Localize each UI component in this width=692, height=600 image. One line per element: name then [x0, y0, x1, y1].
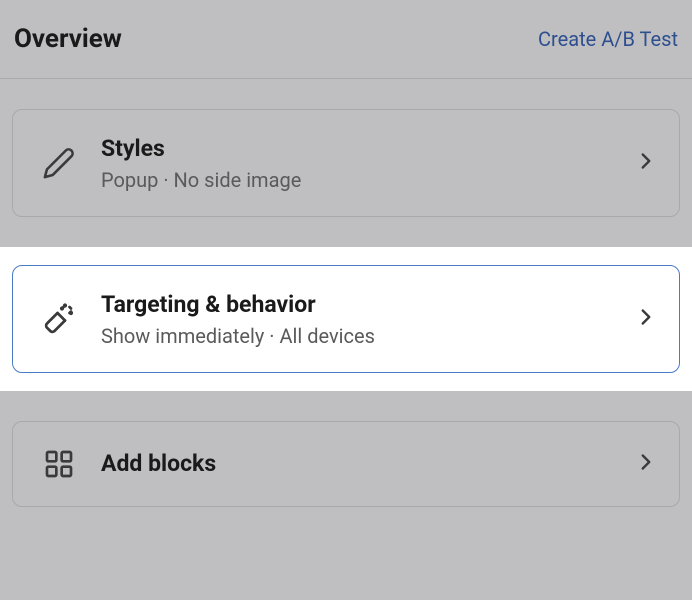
- chevron-right-icon: [633, 304, 659, 334]
- addblocks-title: Add blocks: [101, 449, 633, 479]
- targeting-title: Targeting & behavior: [101, 290, 633, 320]
- targeting-card-content: Targeting & behavior Show immediately · …: [101, 290, 633, 348]
- styles-subtitle: Popup · No side image: [101, 168, 633, 192]
- styles-title: Styles: [101, 134, 633, 164]
- chevron-right-icon: [633, 148, 659, 178]
- addblocks-card[interactable]: Add blocks: [12, 421, 680, 507]
- page-title: Overview: [14, 24, 122, 54]
- create-ab-test-link[interactable]: Create A/B Test: [538, 27, 678, 51]
- targeting-subtitle: Show immediately · All devices: [101, 324, 633, 348]
- section-styles-wrapper: Styles Popup · No side image: [0, 79, 692, 247]
- section-targeting-wrapper: Targeting & behavior Show immediately · …: [0, 247, 692, 391]
- chevron-right-icon: [633, 449, 659, 479]
- magic-wand-icon: [41, 301, 77, 337]
- pencil-icon: [41, 145, 77, 181]
- header: Overview Create A/B Test: [0, 0, 692, 79]
- styles-card[interactable]: Styles Popup · No side image: [12, 109, 680, 217]
- targeting-card[interactable]: Targeting & behavior Show immediately · …: [12, 265, 680, 373]
- styles-card-content: Styles Popup · No side image: [101, 134, 633, 192]
- section-addblocks-wrapper: Add blocks: [0, 391, 692, 537]
- blocks-icon: [41, 446, 77, 482]
